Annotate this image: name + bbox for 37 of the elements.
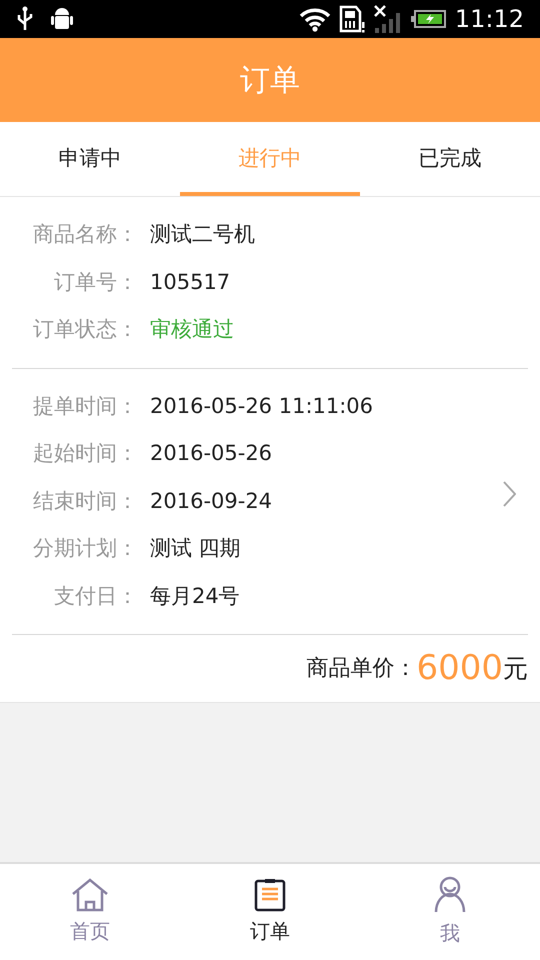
- page-title: 订单: [240, 62, 300, 100]
- usb-icon: [16, 6, 34, 32]
- field-label: 订单状态：: [32, 316, 138, 343]
- field-label: 提单时间：: [32, 392, 138, 420]
- field-label: 分期计划：: [32, 535, 138, 562]
- nav-tab[interactable]: 订单: [180, 864, 360, 960]
- status-value: 审核通过: [149, 316, 234, 343]
- person-icon: [433, 876, 467, 914]
- android-icon: [50, 6, 74, 32]
- field-value: 2016-09-24: [149, 488, 272, 514]
- field-label: 订单号：: [53, 268, 138, 296]
- battery-charging-icon: [410, 9, 447, 29]
- order-card[interactable]: 商品名称： 测试二号机 订单号： 105517 订单状态： 审核通过 提单时间： 2016-05-26 11:11:06 起始时间： 2016-05-26 结束时间： 2016-09-24 分期计划： 测试 四期 支付日： 每月24号 商品单价：6000元: [0, 197, 540, 703]
- clipboard-icon: [254, 878, 286, 912]
- price-label: 商品单价：: [306, 655, 416, 683]
- field-label: 起始时间：: [32, 440, 138, 467]
- tab[interactable]: 申请中: [0, 122, 180, 196]
- field-label: 结束时间：: [32, 488, 138, 514]
- price-unit: 元: [503, 652, 528, 685]
- field-value: 每月24号: [149, 582, 240, 610]
- nav-tab[interactable]: 我: [360, 864, 540, 960]
- nav-tab[interactable]: 首页: [0, 864, 180, 960]
- tab[interactable]: 已完成: [360, 122, 540, 196]
- field-label: 支付日：: [53, 582, 138, 610]
- home-icon: [71, 878, 109, 912]
- field-value: 测试二号机: [149, 221, 255, 248]
- no-signal-icon: [372, 4, 403, 34]
- field-value: 测试 四期: [149, 535, 241, 562]
- field-value: 105517: [149, 268, 230, 296]
- sim-card-icon: [338, 5, 365, 33]
- field-value: 2016-05-26 11:11:06: [149, 392, 374, 420]
- field-label: 商品名称：: [32, 221, 138, 248]
- field-value: 2016-05-26: [149, 440, 272, 467]
- wifi-icon: [298, 6, 331, 32]
- price-amount: 6000: [416, 647, 503, 690]
- chevron-right-icon: [502, 480, 516, 506]
- clock-time: 11:12: [454, 4, 524, 35]
